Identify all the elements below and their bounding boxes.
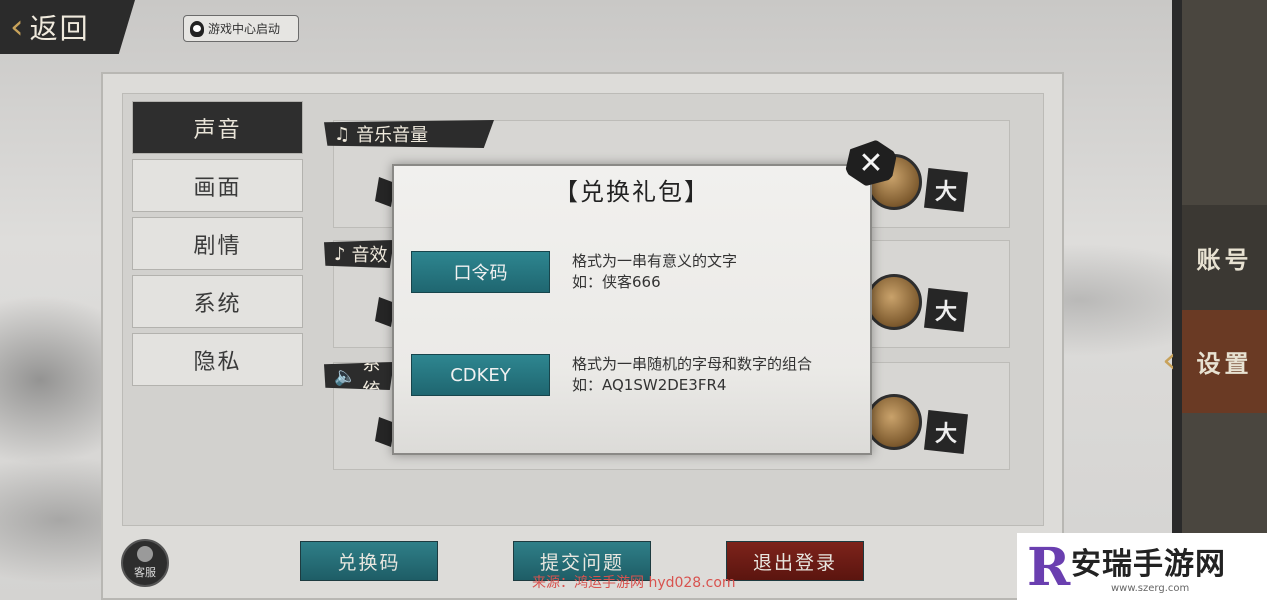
sfx-volume-max-label: 大 [924,288,968,332]
cdkey-button[interactable]: CDKEY [411,354,550,396]
cdkey-description: 格式为一串随机的字母和数字的组合 如：AQ1SW2DE3FR4 [572,354,812,396]
brand-watermark: 安瑞手游网 www.szerg.com [1017,533,1267,600]
customer-service-button[interactable]: 客服 [121,539,169,587]
person-icon [137,546,153,562]
system-volume-label: 🔈 系统 [324,362,394,390]
customer-service-label: 客服 [134,566,156,579]
logout-button[interactable]: 退出登录 [726,541,864,581]
password-code-example: 如：侠客666 [572,273,661,291]
tab-settings[interactable]: 设置 [1182,310,1267,413]
tab-account[interactable]: 账号 [1182,205,1267,310]
redeem-gift-dialog: 【兑换礼包】 [392,164,872,455]
sfx-volume-text: 音效 [351,245,388,266]
brand-name: 安瑞手游网 [1071,547,1226,582]
source-watermark: 来源：鸿运手游网 hyd028.com [532,575,736,591]
sfx-volume-slider-knob[interactable] [866,274,922,330]
redeem-code-button[interactable]: 兑换码 [300,541,438,581]
chevron-left-icon: ‹ [10,7,24,47]
qq-penguin-icon [190,20,204,37]
system-volume-max-label: 大 [924,410,968,454]
password-code-format: 格式为一串有意义的文字 [572,252,738,270]
cdkey-example: 如：AQ1SW2DE3FR4 [572,376,727,394]
password-code-description: 格式为一串有意义的文字 如：侠客666 [572,251,737,293]
tab-graphics[interactable]: 画面 [132,159,303,212]
tab-story[interactable]: 剧情 [132,217,303,270]
password-code-button[interactable]: 口令码 [411,251,550,293]
back-button[interactable]: ‹ 返回 [0,0,135,54]
system-volume-slider-knob[interactable] [866,394,922,450]
music-volume-max-label: 大 [924,168,968,212]
chevron-left-icon: ‹ [1162,340,1177,381]
tab-privacy[interactable]: 隐私 [132,333,303,386]
tab-system[interactable]: 系统 [132,275,303,328]
music-volume-label: ♫ 音乐音量 [324,120,494,148]
dialog-title: 【兑换礼包】 [554,178,710,206]
sfx-volume-label: ♪ 音效 [324,240,394,268]
game-center-label: 游戏中心启动 [208,22,281,36]
speaker-icon: 🔈 [334,365,357,387]
music-note-icon: ♫ [334,123,351,145]
tab-sound[interactable]: 声音 [132,101,303,154]
brand-url: www.szerg.com [1111,583,1190,594]
cdkey-format: 格式为一串随机的字母和数字的组合 [572,355,813,373]
game-center-button[interactable]: 游戏中心启动 [183,15,299,42]
music-volume-text: 音乐音量 [356,125,429,146]
note-icon: ♪ [334,243,346,265]
back-label: 返回 [29,12,90,45]
brand-logo-icon [1025,537,1070,598]
